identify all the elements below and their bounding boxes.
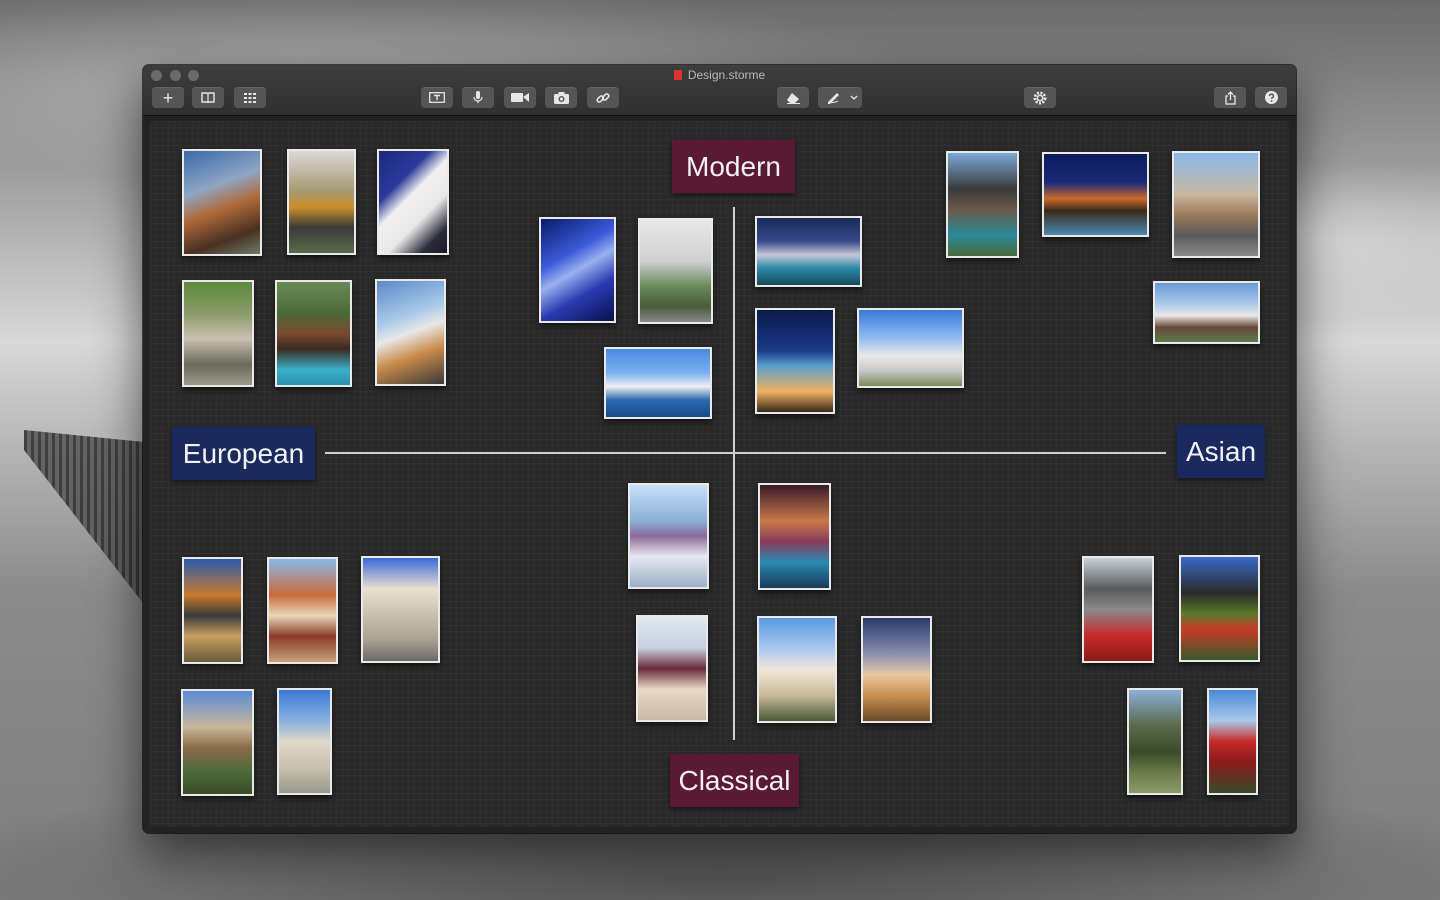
image-card[interactable] — [182, 280, 254, 387]
book-button[interactable] — [192, 87, 224, 108]
eraser-icon — [786, 92, 800, 104]
image-card[interactable] — [361, 556, 440, 663]
settings-button[interactable] — [1024, 87, 1056, 108]
label-european-text: European — [182, 437, 305, 469]
book-icon — [201, 92, 215, 103]
image-card[interactable] — [182, 557, 243, 664]
label-modern-text: Modern — [686, 150, 781, 182]
share-button[interactable] — [1214, 87, 1246, 108]
image-card[interactable] — [755, 216, 862, 287]
image-card[interactable] — [1127, 688, 1183, 795]
label-asian-text: Asian — [1185, 435, 1257, 467]
image-card[interactable] — [539, 217, 616, 323]
image-card[interactable] — [758, 483, 831, 590]
image-card[interactable] — [636, 615, 708, 722]
label-classical[interactable]: Classical — [670, 754, 799, 807]
document-icon — [673, 70, 682, 80]
image-card[interactable] — [628, 483, 709, 589]
pen-tool-button[interactable] — [818, 87, 862, 108]
image-card[interactable] — [857, 308, 964, 388]
horizontal-axis — [325, 452, 1166, 454]
microphone-icon — [473, 91, 483, 103]
plus-icon: + — [162, 87, 174, 108]
image-card[interactable] — [1179, 555, 1260, 662]
add-button[interactable]: + — [152, 87, 184, 108]
grid-view-button[interactable] — [234, 87, 266, 108]
image-card[interactable] — [1153, 281, 1260, 344]
image-card[interactable] — [267, 557, 338, 664]
pen-icon — [828, 93, 839, 104]
label-european[interactable]: European — [172, 427, 315, 480]
link-button[interactable] — [587, 87, 619, 108]
image-card[interactable] — [1172, 151, 1260, 258]
label-asian[interactable]: Asian — [1177, 425, 1265, 478]
share-icon — [1224, 90, 1236, 105]
title-bar: Design.storme + — [143, 65, 1296, 116]
image-card[interactable] — [182, 149, 262, 256]
image-card[interactable] — [277, 688, 332, 795]
image-card[interactable] — [861, 616, 932, 723]
video-camera-icon — [511, 93, 529, 102]
label-modern[interactable]: Modern — [672, 140, 795, 193]
image-card[interactable] — [757, 616, 837, 723]
link-icon — [596, 92, 610, 103]
image-card[interactable] — [377, 149, 449, 255]
image-card[interactable] — [946, 151, 1019, 258]
image-card[interactable] — [1207, 688, 1258, 795]
eraser-button[interactable] — [777, 87, 809, 108]
chevron-down-icon — [850, 95, 858, 100]
camera-icon — [553, 91, 569, 104]
text-box-icon — [429, 92, 445, 103]
vertical-axis — [733, 207, 735, 740]
image-card[interactable] — [1082, 556, 1154, 663]
video-button[interactable] — [504, 87, 536, 108]
microphone-button[interactable] — [462, 87, 494, 108]
camera-button[interactable] — [545, 87, 577, 108]
image-card[interactable] — [275, 280, 352, 387]
image-card[interactable] — [638, 218, 713, 324]
gear-icon — [1033, 91, 1047, 104]
image-card[interactable] — [604, 347, 712, 419]
image-card[interactable] — [1042, 152, 1149, 237]
image-card[interactable] — [375, 279, 446, 386]
help-button[interactable] — [1255, 87, 1287, 108]
text-button[interactable] — [421, 87, 453, 108]
image-card[interactable] — [181, 689, 254, 796]
window-title-text: Design.storme — [687, 68, 766, 82]
help-icon — [1264, 91, 1278, 104]
image-card[interactable] — [755, 308, 835, 414]
window-title: Design.storme — [143, 68, 1296, 82]
grid-icon — [244, 92, 256, 103]
image-card[interactable] — [287, 149, 356, 255]
label-classical-text: Classical — [678, 764, 791, 796]
